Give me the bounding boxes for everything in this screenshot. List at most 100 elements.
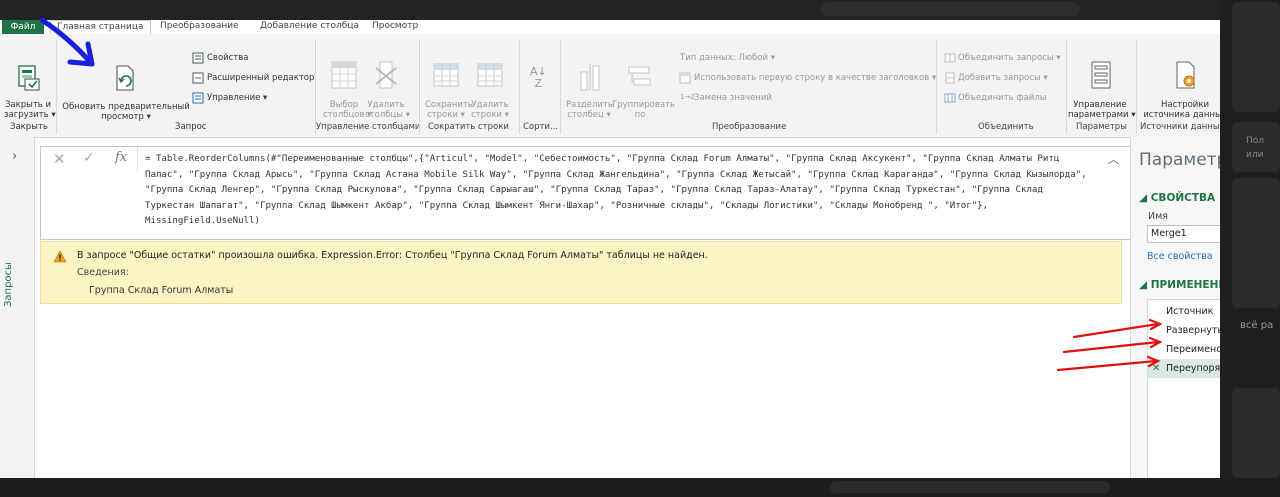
replace-values-icon: 1→2 [680, 93, 695, 101]
data-type-dropdown[interactable]: Тип данных: Любой ▾ [680, 53, 775, 63]
remove-rows-button[interactable]: Удалить строки ▾ [469, 100, 511, 120]
background-text: всё ра [1240, 320, 1274, 331]
error-details-label: Сведения: [77, 267, 129, 278]
background-card: Пол или [1232, 122, 1280, 172]
applied-step[interactable]: Источник [1148, 302, 1220, 321]
append-queries-button[interactable]: Добавить запросы ▾ [958, 73, 1048, 83]
error-banner: В запросе "Общие остатки" произошла ошиб… [40, 241, 1122, 304]
merge-queries-button[interactable]: Объединить запросы ▾ [958, 53, 1061, 63]
power-query-window: Файл Главная страница Преобразование Доб… [0, 20, 1220, 478]
remove-columns-label-2: столбцы ▾ [365, 110, 410, 120]
split-column-button[interactable]: Разделить столбец ▾ [566, 100, 613, 120]
combine-files-button[interactable]: Объединить файлы [958, 93, 1046, 103]
tab-transform[interactable]: Преобразование [160, 21, 239, 31]
choose-columns-button[interactable]: Выбор столбцов ▾ [323, 100, 371, 120]
append-queries-icon [945, 72, 955, 84]
background-text: или [1246, 150, 1264, 160]
queries-pane-label[interactable]: Запросы [3, 262, 14, 307]
query-settings-title: Параметры [1139, 150, 1220, 170]
close-load-label-2: загрузить ▾ [4, 110, 56, 120]
group-by-button[interactable]: Группировать по [612, 100, 675, 120]
data-source-settings-label-2: источника данных [1143, 110, 1220, 120]
remove-columns-button[interactable]: Удалить столбцы ▾ [365, 100, 410, 120]
blurred-background [820, 2, 1080, 16]
all-properties-link[interactable]: Все свойства [1147, 251, 1213, 262]
refresh-preview-label-2: просмотр ▾ [101, 112, 151, 122]
refresh-preview-button[interactable]: Обновить предварительный просмотр ▾ [62, 102, 190, 122]
properties-button[interactable]: Свойства [207, 53, 249, 63]
applied-step[interactable]: Переимено [1148, 340, 1220, 359]
formula-buttons: ✕ ✓ fx [41, 147, 138, 171]
warning-icon [53, 250, 67, 263]
use-first-row-button[interactable]: Использовать первую строку в качестве за… [694, 73, 936, 83]
ribbon-separator [315, 40, 316, 134]
cancel-icon[interactable]: ✕ [53, 150, 66, 168]
split-column-label: Разделить [566, 100, 613, 110]
combine-files-icon [944, 93, 956, 103]
formula-input[interactable]: = Table.ReorderColumns(#"Переименованные… [145, 152, 1095, 230]
name-label: Имя [1148, 211, 1168, 222]
close-load-button[interactable]: Закрыть и загрузить ▾ [4, 100, 56, 120]
keep-rows-button[interactable]: Сохранить строки ▾ [425, 100, 473, 120]
advanced-editor-button[interactable]: Расширенный редактор [207, 73, 314, 83]
properties-section-header[interactable]: ◢ СВОЙСТВА [1139, 192, 1215, 204]
ribbon-separator [419, 40, 420, 134]
split-column-icon [580, 64, 600, 91]
background-card [1232, 178, 1280, 308]
split-column-label-2: столбец ▾ [567, 110, 611, 120]
query-name-input[interactable]: Merge1 [1147, 225, 1220, 243]
group-sort-label: Сорти... [523, 122, 559, 132]
background-top [0, 0, 1280, 20]
first-row-headers-icon [679, 72, 691, 84]
remove-rows-icon [477, 63, 503, 87]
merge-queries-icon [944, 53, 956, 63]
manage-icon [192, 92, 204, 104]
group-by-label-2: по [634, 110, 646, 120]
applied-step-label: Переупоряд [1166, 363, 1220, 374]
group-reduce-rows-label: Сократить строки [428, 122, 509, 132]
tab-add-column[interactable]: Добавление столбца [260, 21, 359, 31]
data-source-settings-button[interactable]: Настройки источника данных [1140, 100, 1220, 120]
manage-button[interactable]: Управление ▾ [207, 93, 267, 103]
delete-step-icon[interactable]: ✕ [1152, 359, 1160, 378]
ribbon-tabs: Файл Главная страница Преобразование Доб… [0, 20, 1220, 34]
keep-rows-label: Сохранить [425, 100, 473, 110]
tab-home[interactable]: Главная страница [50, 20, 151, 34]
manage-parameters-icon [1091, 61, 1111, 89]
tab-view[interactable]: Просмотр [372, 21, 418, 31]
applied-steps-header[interactable]: ◢ ПРИМЕНЕННЫЕ [1139, 279, 1220, 291]
keep-rows-label-2: строки ▾ [427, 110, 465, 120]
tab-file[interactable]: Файл [2, 20, 44, 34]
remove-rows-label-2: строки ▾ [471, 110, 509, 120]
fx-icon[interactable]: fx [115, 150, 127, 165]
formula-bar: ✕ ✓ fx = Table.ReorderColumns(#"Переимен… [40, 146, 1132, 240]
manage-parameters-button[interactable]: Управление параметрами ▾ [1068, 100, 1136, 120]
background-text: Пол [1246, 136, 1265, 146]
background-bottom [0, 478, 1280, 497]
ribbon-separator [519, 40, 520, 134]
properties-icon [192, 52, 204, 64]
manage-parameters-label-2: параметрами ▾ [1068, 110, 1136, 120]
blurred-background [830, 481, 1110, 493]
advanced-editor-icon [192, 72, 204, 84]
ribbon: Закрыть и загрузить ▾ Закрыть Обновить п… [0, 34, 1220, 138]
applied-step-selected[interactable]: ✕ Переупоряд [1148, 359, 1220, 378]
group-transform-label: Преобразование [712, 122, 787, 132]
group-query-label: Запрос [175, 122, 207, 132]
ribbon-separator [1066, 40, 1067, 134]
sort-ascending-icon[interactable]: A↓ Z [530, 66, 547, 90]
applied-step[interactable]: Развернуты [1148, 321, 1220, 340]
queries-pane: › Запросы [0, 137, 35, 478]
background-card [1232, 2, 1280, 112]
remove-rows-label: Удалить [471, 100, 509, 110]
replace-values-button[interactable]: Замена значений [694, 93, 772, 103]
data-source-settings-label: Настройки [1160, 100, 1209, 110]
ribbon-separator [1136, 40, 1137, 134]
collapse-formula-icon[interactable]: ︿ [1108, 151, 1119, 167]
background-card [1232, 388, 1280, 478]
group-close-label: Закрыть [10, 122, 48, 132]
expand-chevron-icon[interactable]: › [12, 149, 17, 164]
confirm-icon[interactable]: ✓ [83, 150, 95, 166]
choose-columns-icon [331, 61, 357, 89]
error-message: В запросе "Общие остатки" произошла ошиб… [77, 250, 708, 261]
